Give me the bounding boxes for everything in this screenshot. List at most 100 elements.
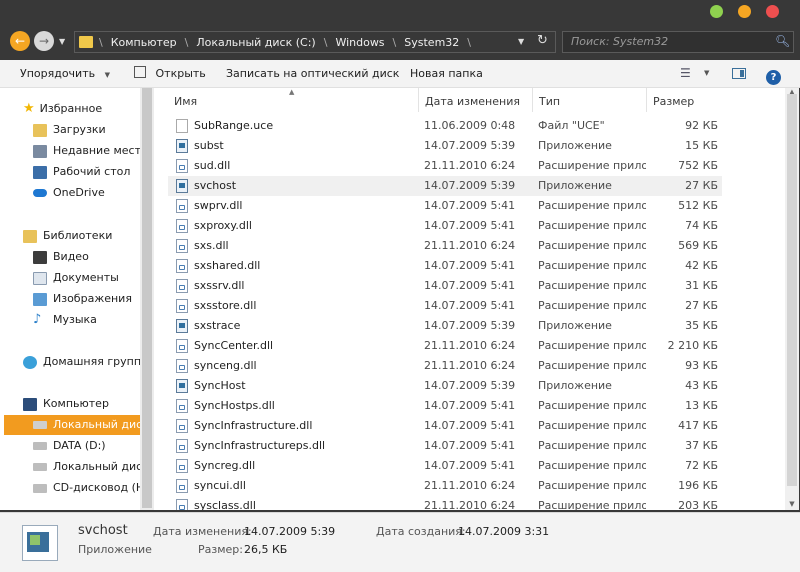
sidebar-item-desktop[interactable]: Рабочий стол [33, 162, 130, 182]
help-icon[interactable]: ? [766, 60, 781, 87]
file-list-scrollbar[interactable]: ▲ ▼ [785, 88, 799, 510]
breadcrumb-computer[interactable]: Компьютер [105, 36, 183, 49]
file-type: Расширение приложения [538, 259, 646, 272]
file-date: 14.07.2009 5:41 [424, 279, 516, 292]
close-button[interactable] [766, 5, 779, 18]
sidebar-item-recent-places[interactable]: Недавние места [33, 141, 148, 161]
sidebar-label: OneDrive [53, 186, 105, 199]
table-row[interactable]: svchost 14.07.2009 5:39 Приложение 27 КБ [168, 176, 722, 196]
sidebar-item-computer[interactable]: Компьютер [23, 394, 109, 414]
table-row[interactable]: syncui.dll 21.11.2010 6:24 Расширение прил… [168, 476, 722, 496]
libraries-icon [23, 229, 37, 243]
table-row[interactable]: SyncHostps.dll 14.07.2009 5:41 Расширение … [168, 396, 722, 416]
table-row[interactable]: sxproxy.dll 14.07.2009 5:41 Расширение при… [168, 216, 722, 236]
table-row[interactable]: SyncInfrastructure.dll 14.07.2009 5:41 Рас… [168, 416, 722, 436]
view-options-icon[interactable]: ☰ [680, 60, 691, 87]
table-row[interactable]: sxstrace 14.07.2009 5:39 Приложение 35 КБ [168, 316, 722, 336]
breadcrumb-windows[interactable]: Windows [329, 36, 390, 49]
recent-places-icon [33, 144, 47, 158]
recent-pages-dropdown[interactable]: ▼ [59, 37, 65, 46]
sidebar-item-onedrive[interactable]: OneDrive [33, 183, 105, 203]
breadcrumb-system32[interactable]: System32 [398, 36, 465, 49]
sidebar-item-local-disk[interactable]: Локальный диск [33, 457, 149, 477]
drive-icon [33, 463, 47, 471]
open-button[interactable]: Открыть [134, 60, 206, 87]
table-row[interactable]: SyncHost 14.07.2009 5:39 Приложение 43 КБ [168, 376, 722, 396]
back-button[interactable]: ← [10, 31, 30, 51]
file-name: sxproxy.dll [194, 219, 252, 232]
details-size-label: Размер: [198, 543, 243, 556]
minimize-button[interactable] [738, 5, 751, 18]
sidebar-item-videos[interactable]: Видео [33, 247, 89, 267]
file-type: Расширение приложения [538, 299, 646, 312]
address-history-dropdown[interactable]: ▼ [518, 37, 524, 46]
dll-file-icon [176, 399, 188, 413]
maximize-button[interactable] [710, 5, 723, 18]
table-row[interactable]: Syncreg.dll 14.07.2009 5:41 Расширение при… [168, 456, 722, 476]
table-row[interactable]: SyncInfrastructureps.dll 14.07.2009 5:41 Р… [168, 436, 722, 456]
table-row[interactable]: swprv.dll 14.07.2009 5:41 Расширение прило… [168, 196, 722, 216]
dll-file-icon [176, 339, 188, 353]
cloud-icon [33, 189, 47, 197]
music-note-icon: ♪ [33, 312, 42, 327]
sidebar-item-homegroup[interactable]: Домашняя группа [23, 352, 148, 372]
chevron-down-icon: ▼ [104, 71, 110, 79]
table-row[interactable]: sxssrv.dll 14.07.2009 5:41 Расширение прил… [168, 276, 722, 296]
table-row[interactable]: synceng.dll 21.11.2010 6:24 Расширение при… [168, 356, 722, 376]
sidebar-item-libraries[interactable]: Библиотеки [23, 226, 112, 246]
table-row[interactable]: sxs.dll 21.11.2010 6:24 Расширение приложе… [168, 236, 722, 256]
file-type: Приложение [538, 179, 612, 192]
sidebar-label: Компьютер [43, 397, 109, 410]
sidebar-label: Библиотеки [43, 229, 113, 242]
table-row[interactable]: sxsstore.dll 14.07.2009 5:41 Расширение пр… [168, 296, 722, 316]
table-row[interactable]: SyncCenter.dll 21.11.2010 6:24 Расширение … [168, 336, 722, 356]
table-row[interactable]: sxshared.dll 14.07.2009 5:41 Расширение пр… [168, 256, 722, 276]
address-bar[interactable]: \ Компьютер \ Локальный диск (C:) \ Wind… [74, 31, 556, 53]
file-type: Приложение [538, 319, 612, 332]
sidebar-item-downloads[interactable]: Загрузки [33, 120, 106, 140]
scrollbar-thumb[interactable] [142, 88, 152, 508]
search-icon[interactable]: 🔍︎ [775, 34, 790, 48]
burn-button[interactable]: Записать на оптический диск [226, 60, 399, 87]
details-modified-value: 14.07.2009 5:39 [244, 525, 336, 538]
dll-file-icon [176, 499, 188, 510]
table-row[interactable]: sysclass.dll 21.11.2010 6:24 Расширение пр… [168, 496, 722, 510]
sidebar-item-data-d[interactable]: DATA (D:) [33, 436, 106, 456]
sidebar-item-favorites[interactable]: ★ Избранное [23, 99, 102, 119]
column-type[interactable]: Тип [532, 88, 646, 112]
sidebar-item-music[interactable]: ♪ Музыка [33, 310, 97, 330]
search-input[interactable]: Поиск: System32 🔍︎ [562, 31, 794, 53]
file-size: 512 КБ [678, 199, 718, 212]
scrollbar-thumb[interactable] [787, 94, 797, 486]
organize-button[interactable]: Упорядочить ▼ [20, 60, 110, 87]
sidebar-label: Избранное [39, 102, 103, 115]
navigation-scrollbar[interactable] [140, 88, 154, 510]
file-icon [176, 119, 188, 133]
details-size-value: 26,5 КБ [244, 543, 288, 556]
breadcrumb-drive-c[interactable]: Локальный диск (C:) [190, 36, 321, 49]
file-name: SyncInfrastructureps.dll [194, 439, 326, 452]
sidebar-item-pictures[interactable]: Изображения [33, 289, 132, 309]
sidebar-label: Локальный диск (C:) [53, 418, 154, 431]
column-name[interactable]: Имя [168, 88, 418, 112]
video-icon [33, 250, 47, 264]
table-row[interactable]: SubRange.uce 11.06.2009 0:48 Файл "UCE" 92 … [168, 116, 722, 136]
forward-button[interactable]: → [34, 31, 54, 51]
scroll-down-icon[interactable]: ▼ [785, 500, 799, 510]
file-size: 203 КБ [678, 499, 718, 510]
new-folder-button[interactable]: Новая папка [410, 60, 483, 87]
sidebar-item-documents[interactable]: Документы [33, 268, 119, 288]
column-size[interactable]: Размер [646, 88, 722, 112]
sidebar-item-cd-drive[interactable]: CD-дисковод (H:) [33, 478, 152, 498]
chevron-down-icon[interactable]: ▼ [704, 60, 709, 87]
file-date: 14.07.2009 5:41 [424, 419, 516, 432]
preview-pane-icon[interactable] [732, 60, 746, 87]
star-icon: ★ [23, 101, 35, 116]
sidebar-item-local-disk-c[interactable]: Локальный диск (C:) [4, 415, 154, 435]
table-row[interactable]: sud.dll 21.11.2010 6:24 Расширение приложе… [168, 156, 722, 176]
column-date[interactable]: Дата изменения [418, 88, 532, 112]
table-row[interactable]: subst 14.07.2009 5:39 Приложение 15 КБ [168, 136, 722, 156]
file-type: Расширение приложения [538, 359, 646, 372]
file-name: sxssrv.dll [194, 279, 245, 292]
refresh-icon[interactable]: ↻ [537, 33, 548, 48]
